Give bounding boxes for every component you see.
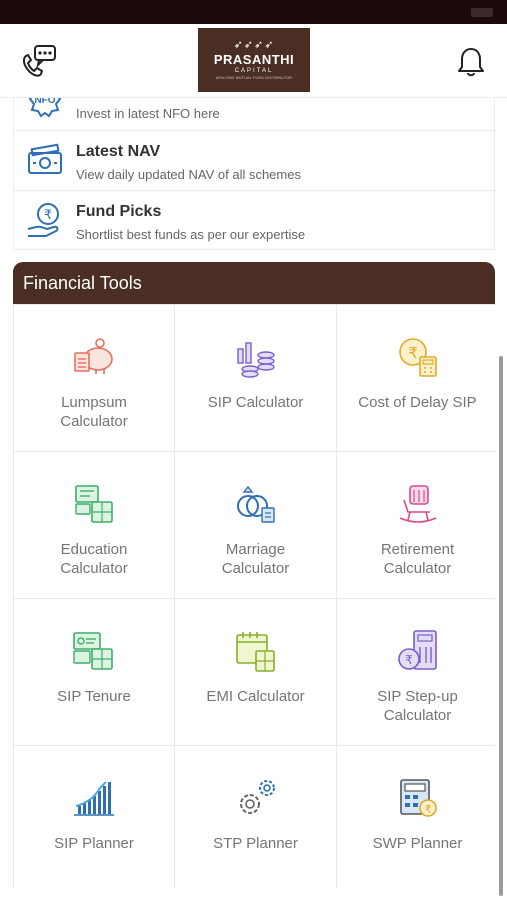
financial-tools-header: Financial Tools (13, 262, 495, 304)
tool-label: Education Calculator (60, 541, 128, 577)
menu-item-latest-nav[interactable]: Latest NAV View daily updated NAV of all… (14, 130, 496, 190)
svg-text:₹: ₹ (405, 653, 413, 667)
scroll-content[interactable]: NFO Invest in latest NFO here Latest NAV… (0, 98, 507, 900)
tool-label: SIP Step-up Calculator (377, 688, 458, 724)
tool-label: STP Planner (213, 835, 298, 852)
tool-label: EMI Calculator (206, 688, 305, 705)
gears-icon (239, 780, 275, 814)
tool-label: Retirement Calculator (380, 541, 455, 577)
investment-menu-card: NFO Invest in latest NFO here Latest NAV… (13, 98, 496, 250)
brand-logo: ➶➶➶➶ PRASANTHI CAPITAL ARN-0000 MUTUAL F… (198, 28, 310, 92)
education-calculator-icon (75, 485, 113, 523)
tool-stp-planner[interactable]: STP Planner (175, 746, 336, 892)
svg-text:₹: ₹ (424, 803, 431, 816)
tool-sip-stepup-calculator[interactable]: ₹ SIP Step-up Calculator (337, 599, 498, 745)
tool-sip-calculator[interactable]: SIP Calculator (175, 305, 336, 451)
hand-rupee-icon: ₹ (27, 203, 59, 237)
menu-item-nfo[interactable]: NFO Invest in latest NFO here (14, 98, 496, 130)
stepup-calculator-icon: ₹ (397, 630, 437, 670)
svg-text:₹: ₹ (408, 344, 418, 362)
svg-text:₹: ₹ (44, 208, 52, 223)
tenure-calculator-icon (73, 632, 113, 670)
rings-calculator-icon (236, 485, 275, 523)
logo-sub: CAPITAL (234, 68, 274, 74)
bell-icon[interactable] (456, 46, 486, 78)
menu-item-title: Latest NAV (76, 143, 161, 160)
rupee-coin-calculator-icon: ₹ (398, 338, 437, 377)
menu-item-title: Fund Picks (76, 203, 162, 220)
menu-item-description: Invest in latest NFO here (76, 106, 220, 121)
money-icon (28, 143, 62, 174)
tool-retirement-calculator[interactable]: Retirement Calculator (337, 452, 498, 598)
tool-label: SIP Calculator (207, 394, 304, 411)
app-header: ➶➶➶➶ PRASANTHI CAPITAL ARN-0000 MUTUAL F… (0, 24, 507, 98)
menu-item-description: Shortlist best funds as per our expertis… (76, 227, 306, 242)
tool-sip-tenure[interactable]: SIP Tenure (14, 599, 174, 745)
tool-label: Marriage Calculator (221, 541, 290, 577)
tool-lumpsum-calculator[interactable]: Lumpsum Calculator (14, 305, 174, 451)
tool-education-calculator[interactable]: Education Calculator (14, 452, 174, 598)
tool-label: SIP Planner (54, 835, 134, 852)
phone-chat-icon[interactable] (18, 44, 58, 80)
menu-item-description: View daily updated NAV of all schemes (76, 167, 301, 182)
scrollbar[interactable] (499, 356, 503, 896)
rocking-chair-icon (399, 485, 436, 523)
tool-marriage-calculator[interactable]: Marriage Calculator (175, 452, 336, 598)
status-bar (0, 0, 507, 24)
tool-label: SWP Planner (372, 835, 463, 852)
growth-chart-icon (74, 781, 114, 816)
tool-emi-calculator[interactable]: EMI Calculator (175, 599, 336, 745)
battery-icon (471, 8, 493, 17)
svg-text:NFO: NFO (34, 98, 55, 106)
tool-label: SIP Tenure (57, 688, 131, 705)
tool-label: Cost of Delay SIP (358, 394, 477, 411)
tool-swp-planner[interactable]: ₹ SWP Planner (337, 746, 498, 892)
section-title: Financial Tools (23, 273, 142, 293)
financial-tools-grid: Lumpsum Calculator SIP Calculator ₹ Cost… (13, 304, 498, 892)
tool-sip-planner[interactable]: SIP Planner (14, 746, 174, 892)
logo-tagline: ARN-0000 MUTUAL FUND DISTRIBUTOR (215, 76, 293, 80)
coins-chart-icon (236, 342, 275, 378)
tool-label: Lumpsum Calculator (60, 394, 128, 430)
calendar-calculator-icon (235, 632, 275, 672)
nfo-icon: NFO (28, 98, 62, 118)
logo-birds: ➶➶➶➶ (233, 39, 275, 51)
tool-cost-of-delay-sip[interactable]: ₹ Cost of Delay SIP (337, 305, 498, 451)
piggy-bank-calculator-icon (74, 338, 113, 374)
calculator-rupee-icon: ₹ (399, 779, 437, 817)
menu-item-fund-picks[interactable]: ₹ Fund Picks Shortlist best funds as per… (14, 190, 496, 250)
logo-brand: PRASANTHI (213, 52, 295, 67)
